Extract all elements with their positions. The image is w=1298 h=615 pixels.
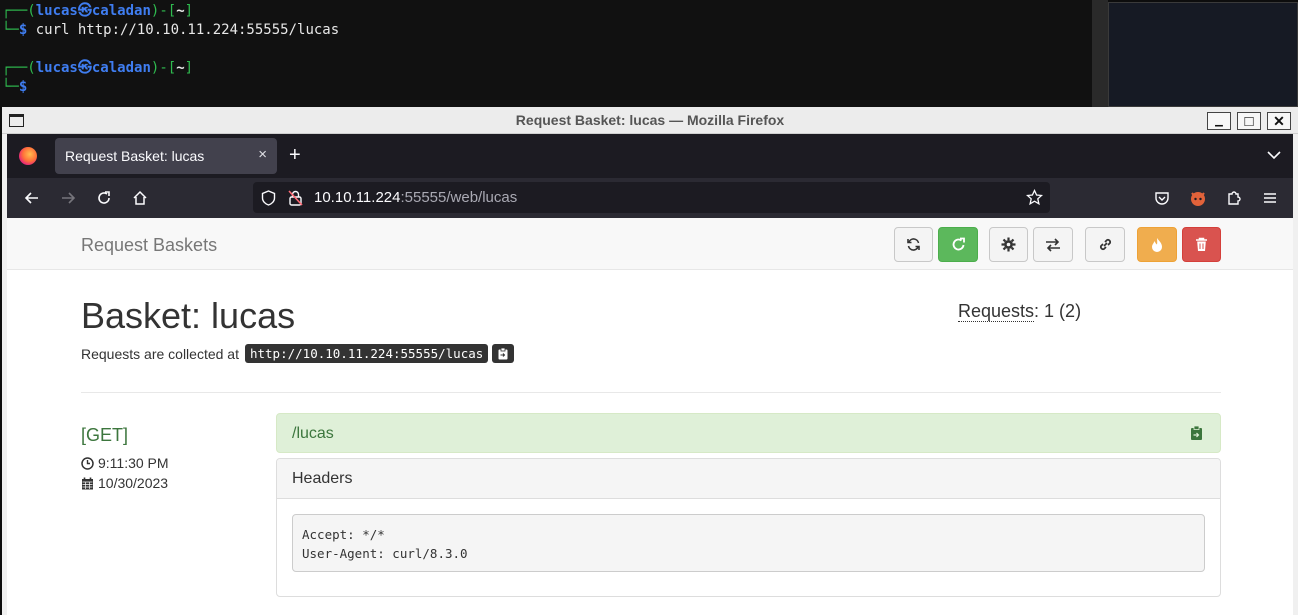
clear-requests-button[interactable]	[1137, 227, 1177, 262]
terminal-prompt-line-2: ┌──(lucas㉿caladan)-[~]	[2, 60, 194, 76]
headers-content: Accept: */* User-Agent: curl/8.3.0	[292, 514, 1205, 572]
delete-basket-button[interactable]	[1182, 227, 1221, 262]
share-link-button[interactable]	[1085, 227, 1125, 262]
request-time: 9:11:30 PM	[81, 455, 169, 471]
calendar-icon	[82, 477, 93, 489]
fire-icon	[1152, 237, 1162, 252]
foxyproxy-extension-button[interactable]	[1188, 188, 1208, 208]
app-navbar: Request Baskets	[7, 218, 1293, 270]
tab-bar: Request Basket: lucas × +	[7, 134, 1293, 178]
terminal-command: curl http://10.10.11.224:55555/lucas	[35, 22, 340, 38]
settings-button[interactable]	[989, 227, 1028, 262]
shield-icon[interactable]	[261, 190, 276, 206]
prompt-dir: ~	[176, 60, 185, 76]
tab-request-basket[interactable]: Request Basket: lucas ×	[55, 138, 277, 174]
terminal-command-line: └─$ curl http://10.10.11.224:55555/lucas	[2, 22, 340, 38]
collected-label: Requests are collected at	[81, 345, 239, 362]
prompt-user: lucas	[35, 60, 78, 76]
minimize-icon: ▁	[1215, 115, 1223, 127]
request-date-text: 10/30/2023	[98, 475, 169, 491]
prompt-host: caladan	[91, 60, 151, 76]
reload-icon	[98, 191, 110, 204]
prompt-dir: ~	[176, 3, 185, 19]
chevron-down-icon[interactable]	[1267, 148, 1281, 162]
bookmark-star-icon[interactable]	[1026, 189, 1043, 206]
url-host: 10.10.11.224	[314, 189, 401, 206]
app-menu-button[interactable]	[1260, 188, 1280, 208]
firefox-window: Request Basket: lucas — Mozilla Firefox …	[2, 107, 1298, 615]
refresh-icon	[907, 238, 920, 251]
close-window-button[interactable]: ✕	[1267, 112, 1291, 130]
forward-arrow-icon	[62, 192, 76, 204]
maximize-icon: □	[1244, 112, 1254, 130]
basket-title: Basket: lucas	[81, 295, 296, 336]
auto-refresh-button[interactable]	[938, 227, 978, 262]
header-line: User-Agent: curl/8.3.0	[302, 546, 468, 561]
brand-link[interactable]: Request Baskets	[81, 235, 217, 256]
requests-count: Requests: 1 (2)	[958, 301, 1081, 322]
prompt-at: ㉿	[77, 60, 92, 76]
extensions-button[interactable]	[1224, 188, 1244, 208]
fox-extension-icon	[1191, 192, 1205, 206]
pocket-icon	[1155, 192, 1169, 205]
url-text[interactable]: 10.10.11.224:55555/web/lucas	[314, 189, 517, 206]
trash-icon	[1196, 237, 1207, 251]
url-bar[interactable]: 10.10.11.224:55555/web/lucas	[253, 182, 1050, 213]
copy-url-button[interactable]	[492, 344, 515, 363]
responses-button[interactable]	[1033, 227, 1073, 262]
window-title: Request Basket: lucas — Mozilla Firefox	[515, 112, 785, 128]
minimize-button[interactable]: ▁	[1207, 112, 1231, 130]
request-path-panel: /lucas	[276, 413, 1221, 453]
pocket-button[interactable]	[1152, 188, 1172, 208]
terminal-prompt-line: ┌──(lucas㉿caladan)-[~]	[2, 3, 194, 19]
request-date: 10/30/2023	[81, 475, 168, 491]
home-button[interactable]	[130, 188, 150, 208]
requests-label: Requests	[958, 301, 1035, 322]
prompt-at: ㉿	[77, 3, 92, 19]
refresh-button[interactable]	[894, 227, 933, 262]
basket-url[interactable]: http://10.10.11.224:55555/lucas	[244, 344, 489, 363]
request-time-text: 9:11:30 PM	[98, 455, 169, 471]
copy-request-icon[interactable]	[1189, 425, 1204, 441]
pane-divider[interactable]	[1092, 0, 1108, 107]
headers-panel: Headers Accept: */* User-Agent: curl/8.3…	[276, 458, 1221, 597]
gear-icon	[1001, 237, 1016, 252]
back-button[interactable]	[22, 188, 42, 208]
home-icon	[133, 190, 147, 205]
headers-heading: Headers	[277, 459, 1220, 499]
navigation-toolbar: 10.10.11.224:55555/web/lucas	[7, 178, 1293, 218]
request-method: [GET]	[81, 425, 129, 445]
link-icon	[1099, 238, 1111, 251]
tab-close-icon[interactable]: ×	[258, 146, 267, 163]
clock-icon	[81, 456, 94, 470]
requests-value: : 1 (2)	[1034, 301, 1082, 321]
exchange-icon	[1046, 237, 1060, 252]
firefox-logo-icon[interactable]	[19, 147, 37, 165]
divider	[81, 392, 1221, 393]
prompt-host: caladan	[91, 3, 151, 19]
clipboard-icon	[498, 347, 508, 360]
prompt-user: lucas	[35, 3, 78, 19]
request-path: /lucas	[292, 425, 334, 442]
close-icon: ✕	[1273, 112, 1285, 129]
header-line: Accept: */*	[302, 527, 385, 542]
url-path: :55555/web/lucas	[400, 189, 518, 206]
back-arrow-icon	[24, 192, 38, 204]
hamburger-menu-icon	[1264, 193, 1276, 203]
maximize-button[interactable]: □	[1237, 112, 1261, 130]
reload-button[interactable]	[94, 188, 114, 208]
terminal-input-line[interactable]: └─$	[0, 78, 1092, 97]
window-titlebar[interactable]: Request Basket: lucas — Mozilla Firefox …	[2, 107, 1298, 134]
auto-refresh-icon	[952, 237, 965, 251]
collected-at: Requests are collected at http://10.10.1…	[81, 344, 515, 363]
insecure-lock-icon[interactable]	[288, 190, 303, 206]
tab-title: Request Basket: lucas	[65, 148, 205, 164]
web-page: Request Baskets Basket: lucas Requests a…	[7, 218, 1293, 615]
terminal-window[interactable]: ┌──(lucas㉿caladan)-[~] └─$ curl http://1…	[0, 0, 1092, 107]
new-tab-button[interactable]: +	[289, 144, 301, 166]
puzzle-icon	[1228, 191, 1241, 205]
forward-button[interactable]	[58, 188, 78, 208]
background-pane	[1108, 2, 1298, 107]
